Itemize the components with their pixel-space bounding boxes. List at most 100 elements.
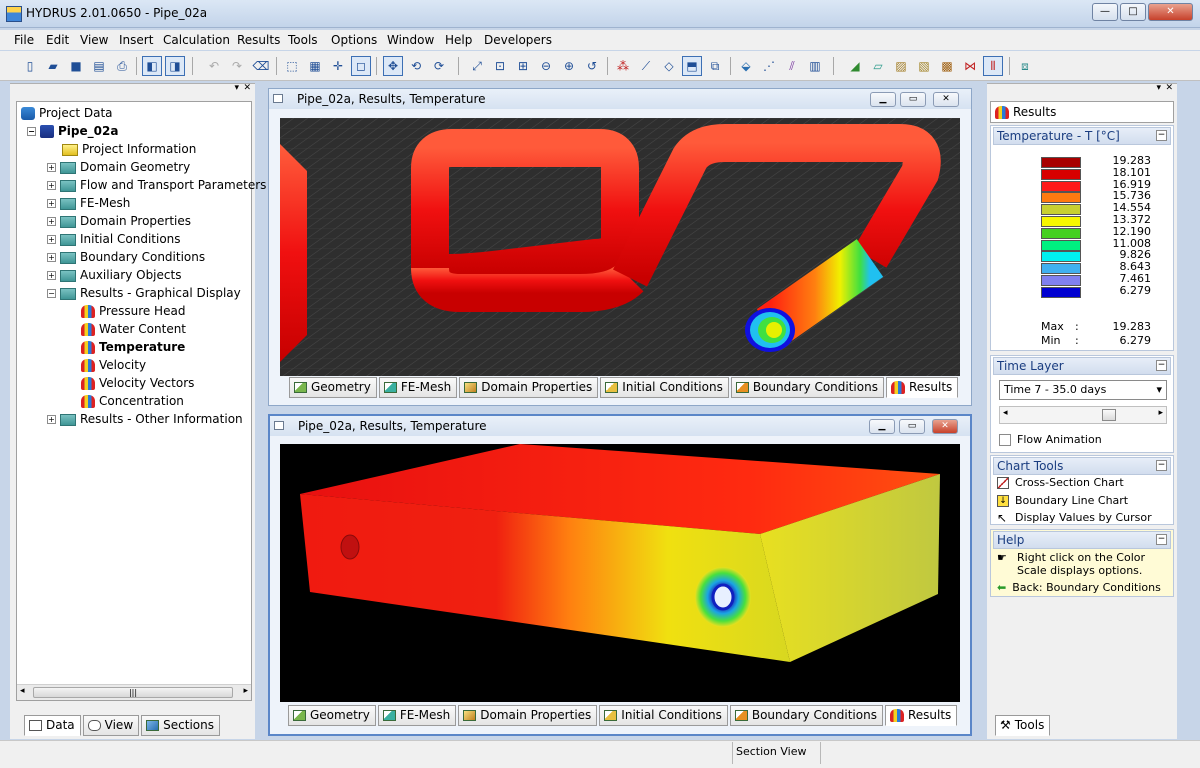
- slider-left-icon[interactable]: ◂: [1003, 408, 1008, 418]
- tree-item-results-other[interactable]: + Results - Other Information: [47, 410, 243, 428]
- tab-geometry[interactable]: Geometry: [288, 705, 376, 726]
- initial-conditions-view-icon[interactable]: ▧: [914, 56, 934, 76]
- properties-icon[interactable]: ▤: [89, 56, 109, 76]
- open-folder-icon[interactable]: ▰: [43, 56, 63, 76]
- save-icon[interactable]: ■: [66, 56, 86, 76]
- expand-icon[interactable]: +: [47, 181, 56, 190]
- tree-item-auxiliary-objects[interactable]: + Auxiliary Objects: [47, 266, 181, 284]
- time-slider[interactable]: ◂ ▸: [999, 406, 1167, 424]
- scroll-left-icon[interactable]: ◂: [20, 686, 25, 696]
- tab-tools[interactable]: ⚒ Tools: [995, 715, 1051, 736]
- mesh-refinement-icon[interactable]: ⋰: [759, 56, 779, 76]
- lines-icon[interactable]: ⟋: [636, 56, 656, 76]
- export-icon[interactable]: ⧈: [1015, 56, 1035, 76]
- points-icon[interactable]: ⁂: [613, 56, 633, 76]
- flow-animation-checkbox[interactable]: Flow Animation: [999, 433, 1102, 446]
- zoom-window-icon[interactable]: ⊡: [490, 56, 510, 76]
- print-icon[interactable]: ⎙: [112, 56, 132, 76]
- expand-icon[interactable]: +: [47, 163, 56, 172]
- view-minimize-button[interactable]: ▁: [869, 419, 895, 434]
- tree-item-flow-transport[interactable]: + Flow and Transport Parameters: [47, 176, 266, 194]
- menu-calculation[interactable]: Calculation: [163, 33, 230, 47]
- color-legend[interactable]: 19.283 18.101 16.919 15.736 14.554 13.372 12.1…: [991, 154, 1175, 301]
- tab-domain-properties[interactable]: Domain Properties: [459, 377, 599, 398]
- pin-icon[interactable]: ▾: [1156, 83, 1161, 93]
- tab-boundary-conditions[interactable]: Boundary Conditions: [729, 705, 883, 726]
- menu-edit[interactable]: Edit: [46, 33, 69, 47]
- rotate-axis-icon[interactable]: ⟳: [429, 56, 449, 76]
- view-close-button[interactable]: ✕: [933, 92, 959, 107]
- layers-icon[interactable]: ▥: [805, 56, 825, 76]
- tab-results[interactable]: Results: [884, 705, 958, 726]
- tab-fe-mesh[interactable]: FE-Mesh: [377, 705, 457, 726]
- tree-result-velocity[interactable]: Velocity: [81, 356, 146, 374]
- tree-horizontal-scrollbar[interactable]: ◂ ||| ▸: [17, 684, 251, 700]
- tab-data[interactable]: Data: [24, 715, 81, 736]
- help-header[interactable]: Help −: [993, 531, 1171, 549]
- color-scale-header[interactable]: Temperature - T [°C] −: [993, 127, 1171, 145]
- select-all-icon[interactable]: ⬚: [282, 56, 302, 76]
- slider-right-icon[interactable]: ▸: [1158, 408, 1163, 418]
- tree-result-temperature[interactable]: Temperature: [81, 338, 185, 356]
- checkbox-icon[interactable]: [999, 434, 1011, 446]
- zoom-area-icon[interactable]: ⊞: [513, 56, 533, 76]
- expand-icon[interactable]: +: [47, 199, 56, 208]
- grid-icon[interactable]: ▦: [305, 56, 325, 76]
- tab-geometry[interactable]: Geometry: [289, 377, 377, 398]
- move-view-icon[interactable]: ✥: [383, 56, 403, 76]
- new-file-icon[interactable]: ▯: [20, 56, 40, 76]
- expand-icon[interactable]: +: [47, 271, 56, 280]
- time-layer-header[interactable]: Time Layer −: [993, 357, 1171, 375]
- collapse-icon[interactable]: −: [1156, 360, 1167, 371]
- zoom-fit-icon[interactable]: ⤢: [467, 56, 487, 76]
- viewport-box-3d[interactable]: [280, 444, 960, 702]
- expand-icon[interactable]: +: [47, 217, 56, 226]
- surface-icon[interactable]: ◇: [659, 56, 679, 76]
- tab-initial-conditions[interactable]: Initial Conditions: [599, 705, 728, 726]
- tree-item-domain-geometry[interactable]: + Domain Geometry: [47, 158, 190, 176]
- tree-item-results-graphical[interactable]: − Results - Graphical Display: [47, 284, 241, 302]
- menu-view[interactable]: View: [80, 33, 108, 47]
- zoom-previous-icon[interactable]: ↺: [582, 56, 602, 76]
- close-toolbox-icon[interactable]: ✕: [1165, 83, 1173, 93]
- view-minimize-button[interactable]: ▁: [870, 92, 896, 107]
- menu-help[interactable]: Help: [445, 33, 472, 47]
- results-flow-icon[interactable]: ⋈: [960, 56, 980, 76]
- time-layer-select[interactable]: Time 7 - 35.0 days ▾: [999, 380, 1167, 400]
- pin-icon[interactable]: ▾: [234, 83, 239, 93]
- view-restore-button[interactable]: ▭: [900, 92, 926, 107]
- tree-result-water-content[interactable]: Water Content: [81, 320, 186, 338]
- collapse-icon[interactable]: −: [27, 127, 36, 136]
- tree-item-project-information[interactable]: Project Information: [62, 140, 196, 158]
- stratification-icon[interactable]: ⫽: [782, 56, 802, 76]
- viewport-pipe-3d[interactable]: [280, 118, 960, 376]
- collapse-icon[interactable]: −: [1156, 534, 1167, 545]
- close-navigator-icon[interactable]: ✕: [243, 83, 251, 93]
- tab-view[interactable]: View: [82, 715, 140, 736]
- collapse-icon[interactable]: −: [1156, 460, 1167, 471]
- tree-item-domain-properties[interactable]: + Domain Properties: [47, 212, 191, 230]
- slider-thumb[interactable]: [1102, 409, 1116, 421]
- tab-fe-mesh[interactable]: FE-Mesh: [378, 377, 458, 398]
- zoom-in-icon[interactable]: ⊕: [559, 56, 579, 76]
- tree-result-concentration[interactable]: Concentration: [81, 392, 184, 410]
- scroll-thumb[interactable]: |||: [33, 687, 233, 698]
- cross-section-chart-button[interactable]: Cross-Section Chart: [997, 476, 1124, 489]
- snap-icon[interactable]: ✛: [328, 56, 348, 76]
- domain-properties-view-icon[interactable]: ▨: [891, 56, 911, 76]
- menu-developers[interactable]: Developers: [484, 33, 552, 47]
- tree-result-velocity-vectors[interactable]: Velocity Vectors: [81, 374, 194, 392]
- tab-results[interactable]: Results: [885, 377, 959, 398]
- display-values-cursor-button[interactable]: ↖ Display Values by Cursor: [997, 511, 1152, 524]
- fe-mesh-view-icon[interactable]: ▱: [868, 56, 888, 76]
- delete-icon[interactable]: ⌫: [251, 56, 271, 76]
- tree-item-boundary-conditions[interactable]: + Boundary Conditions: [47, 248, 205, 266]
- undo-icon[interactable]: ↶: [204, 56, 224, 76]
- menu-window[interactable]: Window: [387, 33, 434, 47]
- tab-initial-conditions[interactable]: Initial Conditions: [600, 377, 729, 398]
- menu-results[interactable]: Results: [237, 33, 280, 47]
- tab-sections[interactable]: Sections: [141, 715, 220, 736]
- expand-icon[interactable]: +: [47, 253, 56, 262]
- tree-project[interactable]: − Pipe_02a: [27, 122, 118, 140]
- solid-icon[interactable]: ⬒: [682, 56, 702, 76]
